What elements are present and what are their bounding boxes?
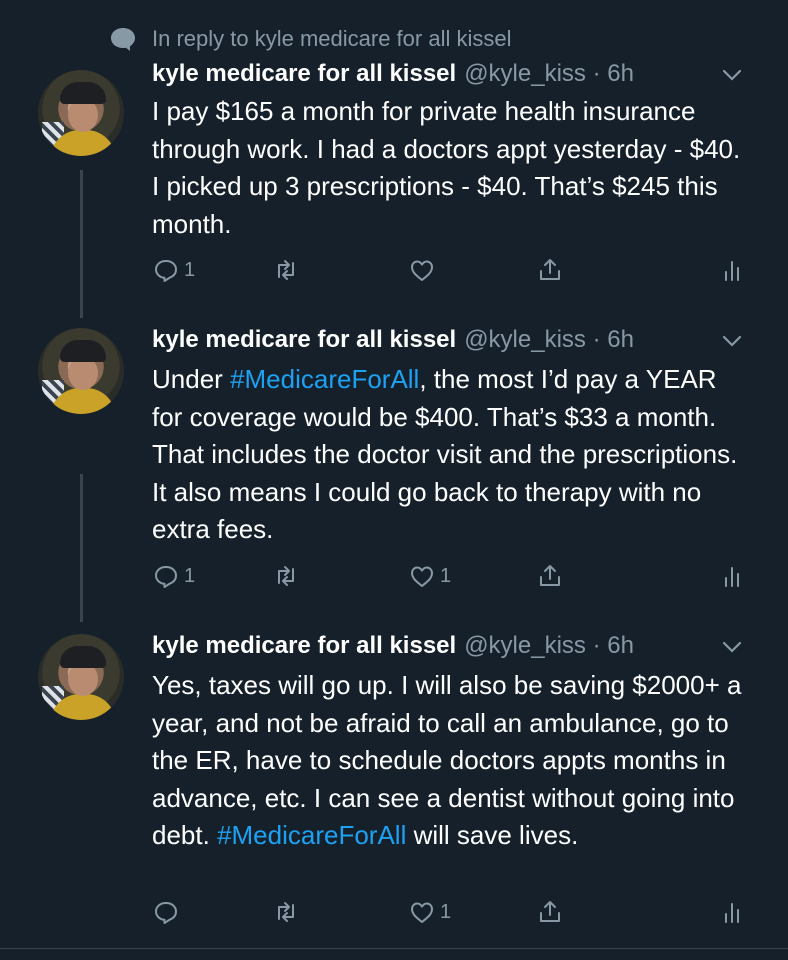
retweet-button[interactable] [272, 256, 300, 284]
tweet-text: Under #MedicareForAll, the most I’d pay … [152, 361, 752, 549]
analytics-icon [725, 261, 739, 281]
tweet-actions: 1 [152, 898, 752, 932]
hashtag-link[interactable]: #MedicareForAll [217, 820, 406, 850]
share-button[interactable] [536, 898, 564, 926]
tweet[interactable]: kyle medicare for all kissel @kyle_kiss … [0, 0, 788, 310]
reply-button[interactable]: 1 [152, 256, 195, 284]
retweet-icon [278, 902, 294, 922]
like-icon [411, 902, 433, 923]
tweet-actions: 11 [152, 562, 752, 596]
analytics-button[interactable] [718, 256, 746, 284]
analytics-button[interactable] [718, 562, 746, 590]
like-button[interactable] [408, 256, 436, 284]
analytics-icon [725, 567, 739, 587]
retweet-button[interactable] [272, 898, 300, 926]
retweet-icon [278, 260, 294, 280]
like-icon [411, 260, 433, 281]
like-count: 1 [440, 564, 452, 587]
tweet[interactable]: kyle medicare for all kissel @kyle_kiss … [0, 310, 788, 616]
handle-timestamp[interactable]: @kyle_kiss · 6h [464, 632, 634, 660]
tweet-text: I pay $165 a month for private health in… [152, 93, 752, 243]
tweet-text: Yes, taxes will go up. I will also be sa… [152, 667, 752, 855]
chevron-down-icon[interactable] [721, 68, 743, 82]
retweet-button[interactable] [272, 562, 300, 590]
share-icon [540, 901, 560, 922]
tweet-text-segment: Under [152, 364, 231, 394]
share-icon [540, 565, 560, 586]
share-button[interactable] [536, 256, 564, 284]
reply-count: 1 [184, 564, 196, 587]
analytics-button[interactable] [718, 898, 746, 926]
avatar[interactable] [38, 634, 124, 720]
divider [0, 948, 788, 949]
reply-button[interactable] [152, 898, 180, 926]
display-name[interactable]: kyle medicare for all kissel [152, 60, 456, 88]
reply-button[interactable]: 1 [152, 562, 195, 590]
avatar[interactable] [38, 70, 124, 156]
tweet-header: kyle medicare for all kissel @kyle_kiss … [152, 60, 634, 88]
avatar[interactable] [38, 328, 124, 414]
like-button[interactable]: 1 [408, 898, 451, 926]
tweet-actions: 1 [152, 256, 752, 290]
share-button[interactable] [536, 562, 564, 590]
share-icon [540, 259, 560, 280]
reply-icon [155, 260, 177, 282]
reply-icon [155, 566, 177, 588]
chevron-down-icon[interactable] [721, 640, 743, 654]
tweet-text-segment: will save lives. [406, 820, 579, 850]
handle-timestamp[interactable]: @kyle_kiss · 6h [464, 60, 634, 88]
hashtag-link[interactable]: #MedicareForAll [230, 364, 419, 394]
tweet[interactable]: kyle medicare for all kissel @kyle_kiss … [0, 616, 788, 950]
reply-icon [155, 902, 177, 924]
tweet-header: kyle medicare for all kissel @kyle_kiss … [152, 632, 634, 660]
chevron-down-icon[interactable] [721, 334, 743, 348]
tweet-header: kyle medicare for all kissel @kyle_kiss … [152, 326, 634, 354]
like-icon [411, 566, 433, 587]
display-name[interactable]: kyle medicare for all kissel [152, 632, 456, 660]
like-count: 1 [440, 900, 452, 923]
reply-count: 1 [184, 258, 196, 281]
analytics-icon [725, 903, 739, 923]
display-name[interactable]: kyle medicare for all kissel [152, 326, 456, 354]
retweet-icon [278, 566, 294, 586]
like-button[interactable]: 1 [408, 562, 451, 590]
tweet-text-segment: I pay $165 a month for private health in… [152, 96, 741, 239]
handle-timestamp[interactable]: @kyle_kiss · 6h [464, 326, 634, 354]
